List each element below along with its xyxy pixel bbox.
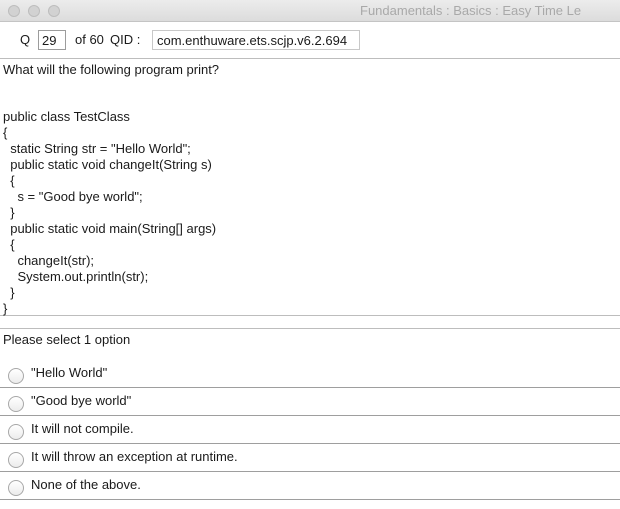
- option-4-label[interactable]: It will throw an exception at runtime.: [31, 449, 238, 464]
- option-3-label[interactable]: It will not compile.: [31, 421, 134, 436]
- options-panel: Please select 1 option "Hello World" "Go…: [0, 328, 620, 509]
- option-1-radio[interactable]: [8, 368, 24, 384]
- window-titlebar: Fundamentals : Basics : Easy Time Le: [0, 0, 620, 22]
- window-zoom-button[interactable]: [48, 5, 60, 17]
- option-5[interactable]: None of the above.: [0, 472, 620, 500]
- option-5-label[interactable]: None of the above.: [31, 477, 141, 492]
- code-line: }: [3, 285, 15, 300]
- option-4[interactable]: It will throw an exception at runtime.: [0, 444, 620, 472]
- option-4-radio[interactable]: [8, 452, 24, 468]
- window-minimize-button[interactable]: [28, 5, 40, 17]
- qid-field[interactable]: com.enthuware.ets.scjp.v6.2.694: [152, 30, 360, 50]
- option-1-label[interactable]: "Hello World": [31, 365, 107, 380]
- code-line: System.out.println(str);: [3, 269, 149, 284]
- option-2-label[interactable]: "Good bye world": [31, 393, 131, 408]
- code-line: {: [3, 125, 8, 140]
- option-2-radio[interactable]: [8, 396, 24, 412]
- question-panel: What will the following program print? p…: [0, 58, 620, 316]
- code-line: public static void main(String[] args): [3, 221, 217, 236]
- option-2[interactable]: "Good bye world": [0, 388, 620, 416]
- option-5-radio[interactable]: [8, 480, 24, 496]
- question-text: What will the following program print?: [3, 62, 220, 77]
- code-line: public static void changeIt(String s): [3, 157, 212, 172]
- option-3-radio[interactable]: [8, 424, 24, 440]
- select-instruction: Please select 1 option: [3, 332, 131, 347]
- code-line: public class TestClass: [3, 109, 130, 124]
- window-title: Fundamentals : Basics : Easy Time Le: [360, 3, 582, 18]
- option-3[interactable]: It will not compile.: [0, 416, 620, 444]
- code-line: s = "Good bye world";: [3, 189, 143, 204]
- question-label: Q: [20, 32, 31, 47]
- question-header: Q of 60 QID : com.enthuware.ets.scjp.v6.…: [0, 22, 620, 58]
- code-line: changeIt(str);: [3, 253, 95, 268]
- code-line: }: [3, 205, 15, 220]
- code-block: public class TestClass { static String s…: [3, 109, 216, 317]
- window-close-button[interactable]: [8, 5, 20, 17]
- code-line: static String str = "Hello World";: [3, 141, 191, 156]
- code-line: {: [3, 173, 15, 188]
- code-line: {: [3, 237, 15, 252]
- question-total-label: of 60: [75, 32, 104, 47]
- qid-label: QID :: [110, 32, 141, 47]
- question-number-input[interactable]: [38, 30, 66, 50]
- option-1[interactable]: "Hello World": [0, 360, 620, 388]
- code-line: }: [3, 301, 8, 316]
